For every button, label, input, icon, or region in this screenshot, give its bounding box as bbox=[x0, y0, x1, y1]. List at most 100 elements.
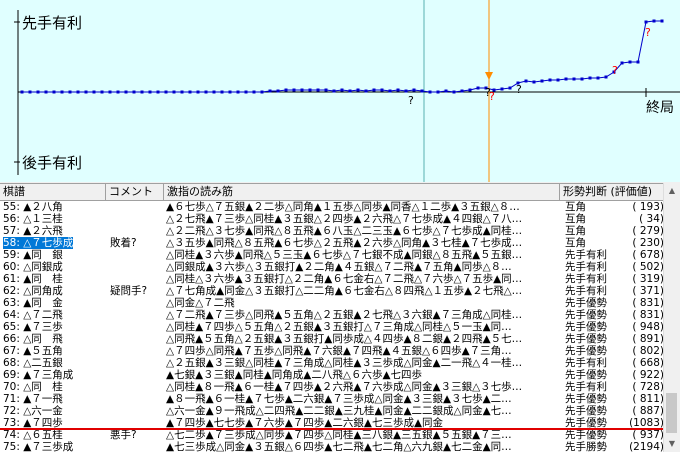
reading-cell: △２七飛▲７三歩△同桂▲３五銀△２四歩▲２六飛△７七歩成▲４四銀△７八… bbox=[166, 213, 523, 225]
move-cell: 67: ▲５五角 bbox=[3, 345, 63, 357]
table-row[interactable]: 75: ▲７三歩成 ▲七三歩成△同金▲３五銀△６四歩▲七二飛▲七二角△六九銀▲七二… bbox=[0, 441, 664, 453]
evaluation-point bbox=[244, 90, 248, 94]
header-evaluation[interactable]: 形勢判断 (評価値) bbox=[560, 184, 664, 200]
evaluation-point bbox=[172, 90, 176, 94]
scrollbar-thumb[interactable] bbox=[666, 393, 677, 433]
move-cell: 72: △六一金 bbox=[3, 405, 63, 417]
table-row[interactable]: 60: △同銀成 △同銀成▲３六歩△３五銀打▲２二角▲４五銀△７二飛▲７五角▲同歩… bbox=[0, 261, 664, 273]
score-cell: ( 230) bbox=[632, 237, 664, 249]
move-cell: 65: ▲７三歩 bbox=[3, 321, 63, 333]
comment-cell: 敗着? bbox=[110, 237, 137, 249]
header-comment[interactable]: コメント bbox=[106, 184, 164, 200]
evaluation-point bbox=[28, 90, 32, 94]
evaluation-point bbox=[44, 90, 48, 94]
score-cell: ( 948) bbox=[632, 321, 664, 333]
score-cell: ( 319) bbox=[632, 273, 664, 285]
evaluation-point bbox=[68, 90, 72, 94]
evaluation-point bbox=[460, 89, 464, 93]
table-row[interactable]: 68: △二五銀 △２五銀▲３三銀△同桂▲７三角成△同桂▲３三歩成△同金▲二一飛△… bbox=[0, 357, 664, 369]
table-row[interactable]: 65: ▲７三歩 △同桂▲７四歩△５五角△２五銀▲３五銀打△７三角成△同桂△５一玉… bbox=[0, 321, 664, 333]
evaluation-point bbox=[420, 89, 424, 93]
move-cell: 61: ▲同 桂 bbox=[3, 273, 63, 285]
evaluation-point bbox=[260, 90, 264, 94]
evaluation-cell: 互角 bbox=[565, 225, 586, 237]
evaluation-cell: 先手優勢 bbox=[565, 333, 607, 345]
reading-cell: ▲七三歩成△同金▲３五銀△６四歩▲七二飛▲七二角△六九銀▲七二金▲同… bbox=[166, 441, 512, 453]
scroll-up-icon[interactable]: ▲ bbox=[664, 183, 680, 199]
move-cell: 66: △同 飛 bbox=[3, 333, 63, 345]
evaluation-point bbox=[52, 90, 56, 94]
header-reading[interactable]: 激指の読み筋 bbox=[164, 184, 560, 200]
move-cell: 70: △同 桂 bbox=[3, 381, 63, 393]
score-cell: ( 831) bbox=[632, 297, 664, 309]
evaluation-point bbox=[468, 88, 472, 92]
kifu-table[interactable]: 棋譜 コメント 激指の読み筋 形勢判断 (評価値) 55: ▲２八角 ▲６七歩△７… bbox=[0, 183, 680, 453]
evaluation-point bbox=[220, 90, 224, 94]
table-row[interactable]: 64: △７二飛 △７二飛▲７三歩△同飛▲５五角△２五銀▲２七飛△３六銀▲７三角成… bbox=[0, 309, 664, 321]
reading-cell: △同飛▲５五角△２五銀▲３五銀打▲同歩成△４四歩▲８二銀▲２四飛▲５七… bbox=[166, 333, 523, 345]
table-row[interactable]: 63: ▲同 金 △同金△７二飛 先手優勢 ( 831) bbox=[0, 297, 664, 309]
table-row[interactable]: 67: ▲５五角 △７四歩△同飛▲７五歩△同飛▲７六銀▲７四飛▲４五銀△６四歩▲７… bbox=[0, 345, 664, 357]
evaluation-point bbox=[116, 90, 120, 94]
score-cell: ( 668) bbox=[632, 357, 664, 369]
reading-cell: △７七角成▲同金△３五銀打△二二角▲６七金右△８四飛△１五歩▲２七飛△… bbox=[166, 285, 523, 297]
scroll-down-icon[interactable]: ▼ bbox=[664, 436, 680, 452]
table-row[interactable]: 56: △１三桂 △２七飛▲７三歩△同桂▲３五銀△２四歩▲２六飛△７七歩成▲４四銀… bbox=[0, 213, 664, 225]
score-cell: ( 831) bbox=[632, 309, 664, 321]
move-cell: 71: ▲７一飛 bbox=[3, 393, 63, 405]
score-cell: ( 802) bbox=[632, 345, 664, 357]
table-row[interactable]: 71: ▲７一飛 ▲８一飛▲６一桂▲７七歩▲二六銀▲７三歩成△同金▲３三銀▲３七歩… bbox=[0, 393, 664, 405]
evaluation-point bbox=[268, 89, 272, 93]
table-row[interactable]: 61: ▲同 桂 △同桂△３六歩▲３五銀打△２二角▲６七金右△７二飛△７六歩△７五… bbox=[0, 273, 664, 285]
evaluation-point bbox=[180, 90, 184, 94]
reading-cell: △２二飛△３七歩▲同飛△８五飛▲６八玉△二三玉▲６七歩△７七歩成▲同桂… bbox=[166, 225, 523, 237]
vertical-scrollbar[interactable]: ▲ ▼ bbox=[663, 183, 680, 452]
evaluation-point bbox=[428, 90, 432, 94]
table-row[interactable]: 69: ▲７三角成 ▲七銀▲３三銀▲同桂▲同角成▲二八飛△６六歩▲七四歩 先手優勢 (… bbox=[0, 369, 664, 381]
evaluation-point bbox=[636, 60, 640, 64]
evaluation-point bbox=[652, 19, 656, 23]
table-row[interactable]: 62: △同角成 疑問手? △７七角成▲同金△３五銀打△二二角▲６七金右△８四飛△１… bbox=[0, 285, 664, 297]
table-row[interactable]: 58: △７七歩成 敗着? △３五歩▲同飛△８五飛▲６七歩△２五飛▲２六歩△同角▲３… bbox=[0, 237, 664, 249]
reading-cell: △同金△７二飛 bbox=[166, 297, 235, 309]
evaluation-point bbox=[292, 88, 296, 92]
evaluation-point bbox=[452, 90, 456, 94]
evaluation-point bbox=[284, 88, 288, 92]
score-cell: ( 891) bbox=[632, 333, 664, 345]
evaluation-graph[interactable]: 先手有利 後手有利 終局 ? ? ? ? ? ? bbox=[0, 0, 680, 182]
move-cell: 56: △１三桂 bbox=[3, 213, 63, 225]
evaluation-point bbox=[164, 90, 168, 94]
score-cell: ( 279) bbox=[632, 225, 664, 237]
evaluation-point bbox=[404, 89, 408, 93]
selected-move-highlight: 58: △７七歩成 bbox=[3, 237, 74, 249]
gote-advantage-label: 後手有利 bbox=[20, 152, 85, 173]
evaluation-point bbox=[300, 88, 304, 92]
evaluation-point bbox=[92, 90, 96, 94]
end-of-game-label: 終局 bbox=[644, 97, 676, 117]
table-row[interactable]: 70: △同 桂 △同桂▲８一飛▲６一桂▲７四歩▲２六飛▲７六歩成△同金▲３三銀△… bbox=[0, 381, 664, 393]
evaluation-cell: 先手有利 bbox=[565, 381, 607, 393]
move-cell: 75: ▲７三歩成 bbox=[3, 441, 74, 453]
evaluation-point bbox=[564, 77, 568, 81]
evaluation-graph-plot[interactable] bbox=[0, 0, 680, 182]
table-row[interactable]: 57: ▲２六飛 △２二飛△３七歩▲同飛△８五飛▲６八玉△二三玉▲６七歩△７七歩成… bbox=[0, 225, 664, 237]
evaluation-point bbox=[572, 77, 576, 81]
evaluation-point bbox=[212, 90, 216, 94]
evaluation-point bbox=[444, 89, 448, 93]
table-row[interactable]: 66: △同 飛 △同飛▲５五角△２五銀▲３五銀打▲同歩成△４四歩▲８二銀▲２四飛… bbox=[0, 333, 664, 345]
move-cell: 58: △７七歩成 bbox=[3, 237, 103, 249]
evaluation-point bbox=[388, 89, 392, 93]
evaluation-point bbox=[596, 76, 600, 80]
evaluation-point bbox=[628, 60, 632, 64]
move-cell: 64: △７二飛 bbox=[3, 309, 63, 321]
evaluation-point bbox=[356, 88, 360, 92]
score-cell: ( 887) bbox=[632, 405, 664, 417]
table-row[interactable]: 72: △六一金 △六一金▲９一飛成△二四飛▲二二銀▲三九桂▲同金▲二二銀成△同金… bbox=[0, 405, 664, 417]
evaluation-point bbox=[60, 90, 64, 94]
table-row[interactable]: 59: ▲同 銀 △同桂▲３六歩▲同飛△５三玉▲６七歩△７七銀不成▲同銀△８五飛▲… bbox=[0, 249, 664, 261]
evaluation-cell: 先手優勢 bbox=[565, 369, 607, 381]
sente-advantage-label: 先手有利 bbox=[20, 12, 85, 33]
header-kifu[interactable]: 棋譜 bbox=[0, 184, 106, 200]
table-row[interactable]: 55: ▲２八角 ▲６七歩△７五銀▲２二歩△同角▲１五歩△同歩▲同香△１二歩▲３五… bbox=[0, 201, 664, 213]
table-row[interactable]: 74: △６五桂 悪手? △七二歩▲７三歩成△同歩▲７四歩△同桂▲三八銀▲三五銀▲５… bbox=[0, 429, 664, 441]
